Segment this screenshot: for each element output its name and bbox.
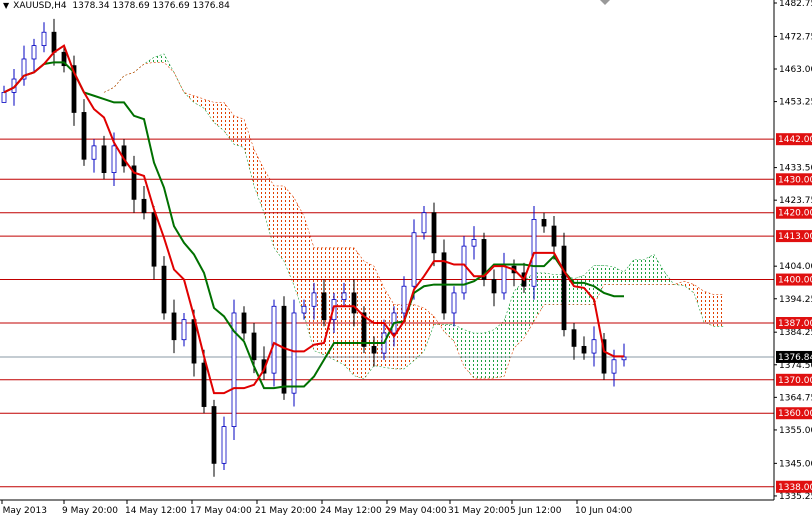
candle-body <box>401 285 407 314</box>
level-label: 1420.00 <box>778 209 812 219</box>
cloud-segment <box>234 115 244 148</box>
cloud-segment <box>644 254 654 285</box>
candle-body <box>41 31 47 47</box>
candle-body <box>211 406 217 464</box>
level-label: 1413.00 <box>778 232 812 242</box>
current-price-label: 1376.84 <box>778 353 812 363</box>
candle-body <box>171 312 177 341</box>
cloud-segment <box>634 259 644 285</box>
cloud-segment <box>484 329 494 379</box>
y-tick-label: 1433.50 <box>779 164 812 174</box>
candle-body <box>111 145 117 174</box>
chart-header: ▼ XAUUSD,H4 1378.34 1378.69 1376.69 1376.… <box>3 1 230 11</box>
candle-body <box>541 218 547 227</box>
cloud-segment <box>544 272 554 305</box>
candle-body <box>431 212 437 254</box>
y-tick-label: 1453.25 <box>779 98 812 108</box>
candle-body <box>571 329 577 347</box>
candle-body <box>321 292 327 321</box>
candle-body <box>501 265 507 294</box>
level-label: 1430.00 <box>778 175 812 185</box>
x-tick-label: 24 May 12:00 <box>320 506 382 516</box>
y-tick-label: 1384.25 <box>779 328 812 338</box>
x-tick-label: 14 May 12:00 <box>125 506 187 516</box>
candle-body <box>491 279 497 294</box>
x-tick-label: 10 Jun 04:00 <box>575 506 632 516</box>
candle-body <box>101 145 107 174</box>
candle-body <box>421 212 427 234</box>
y-tick-label: 1345.00 <box>779 459 812 469</box>
candle-body <box>351 292 357 314</box>
level-label: 1338.00 <box>778 483 812 493</box>
candle-body <box>311 292 317 307</box>
level-label: 1442.00 <box>778 135 812 145</box>
candle-body <box>301 305 307 314</box>
cloud-segment <box>604 265 614 285</box>
level-label: 1400.00 <box>778 276 812 286</box>
y-tick-label: 1394.25 <box>779 295 812 305</box>
candle-body <box>561 245 567 331</box>
candle-body <box>461 245 467 294</box>
y-tick-label: 1355.00 <box>779 426 812 436</box>
x-tick-label: 21 May 20:00 <box>255 506 317 516</box>
candle-body <box>191 319 197 364</box>
price-chart[interactable]: 1482.75 1472.75 1463.00 1453.25 1433.50 1423.… <box>0 0 812 516</box>
candle-body <box>271 305 277 374</box>
candle-body <box>151 212 157 267</box>
candle-body <box>141 198 147 214</box>
candle-body <box>291 312 297 394</box>
cloud-segment <box>514 281 524 349</box>
level-label: 1370.00 <box>778 376 812 386</box>
plot-area <box>0 0 774 500</box>
candle-body <box>81 112 87 160</box>
symbol-label: XAUUSD,H4 <box>13 1 67 11</box>
x-tick-label: 9 May 20:00 <box>62 506 118 516</box>
cloud-segment <box>474 333 484 379</box>
x-tick-label: 7 May 2013 <box>0 506 47 516</box>
candle-body <box>451 292 457 314</box>
cloud-segment <box>414 304 424 361</box>
ohlc-readout: 1378.34 1378.69 1376.69 1376.84 <box>72 1 230 11</box>
candle-body <box>341 292 347 301</box>
candle-body <box>281 305 287 394</box>
candle-body <box>31 45 37 60</box>
candle-body <box>201 362 207 407</box>
candle-body <box>581 345 587 354</box>
candle-body <box>91 145 97 160</box>
candle-body <box>471 239 477 247</box>
candle-body <box>241 312 247 334</box>
candle-body <box>51 31 57 53</box>
x-tick-label: 31 May 20:00 <box>448 506 510 516</box>
candle-body <box>1 91 7 103</box>
chart-window[interactable]: 1482.75 1472.75 1463.00 1453.25 1433.50 1423.… <box>0 0 812 516</box>
y-tick-label: 1364.75 <box>779 393 812 403</box>
x-tick-label: 29 May 04:00 <box>385 506 447 516</box>
candle-body <box>371 345 377 354</box>
cloud-segment <box>494 321 504 379</box>
candle-body <box>221 426 227 464</box>
candle-body <box>181 319 187 341</box>
candle-body <box>551 225 557 247</box>
cloud-segment <box>714 294 724 327</box>
candle-body <box>611 359 617 374</box>
cloud-segment <box>704 291 714 327</box>
y-tick-label: 1335.25 <box>779 492 812 502</box>
y-tick-label: 1482.75 <box>779 0 812 9</box>
candle-body <box>411 232 417 287</box>
x-tick-label: 5 Jun 12:00 <box>510 506 562 516</box>
y-tick-label: 1472.75 <box>779 32 812 42</box>
level-label: 1387.00 <box>778 319 812 329</box>
y-tick-label: 1463.00 <box>779 65 812 75</box>
dropdown-arrow-icon[interactable]: ▼ <box>3 1 9 10</box>
candle-body <box>591 339 597 354</box>
y-tick-label: 1404.00 <box>779 262 812 272</box>
level-label: 1360.00 <box>778 409 812 419</box>
candle-body <box>161 265 167 314</box>
candle-body <box>251 332 257 361</box>
y-tick-label: 1423.75 <box>779 196 812 206</box>
x-tick-label: 17 May 04:00 <box>190 506 252 516</box>
